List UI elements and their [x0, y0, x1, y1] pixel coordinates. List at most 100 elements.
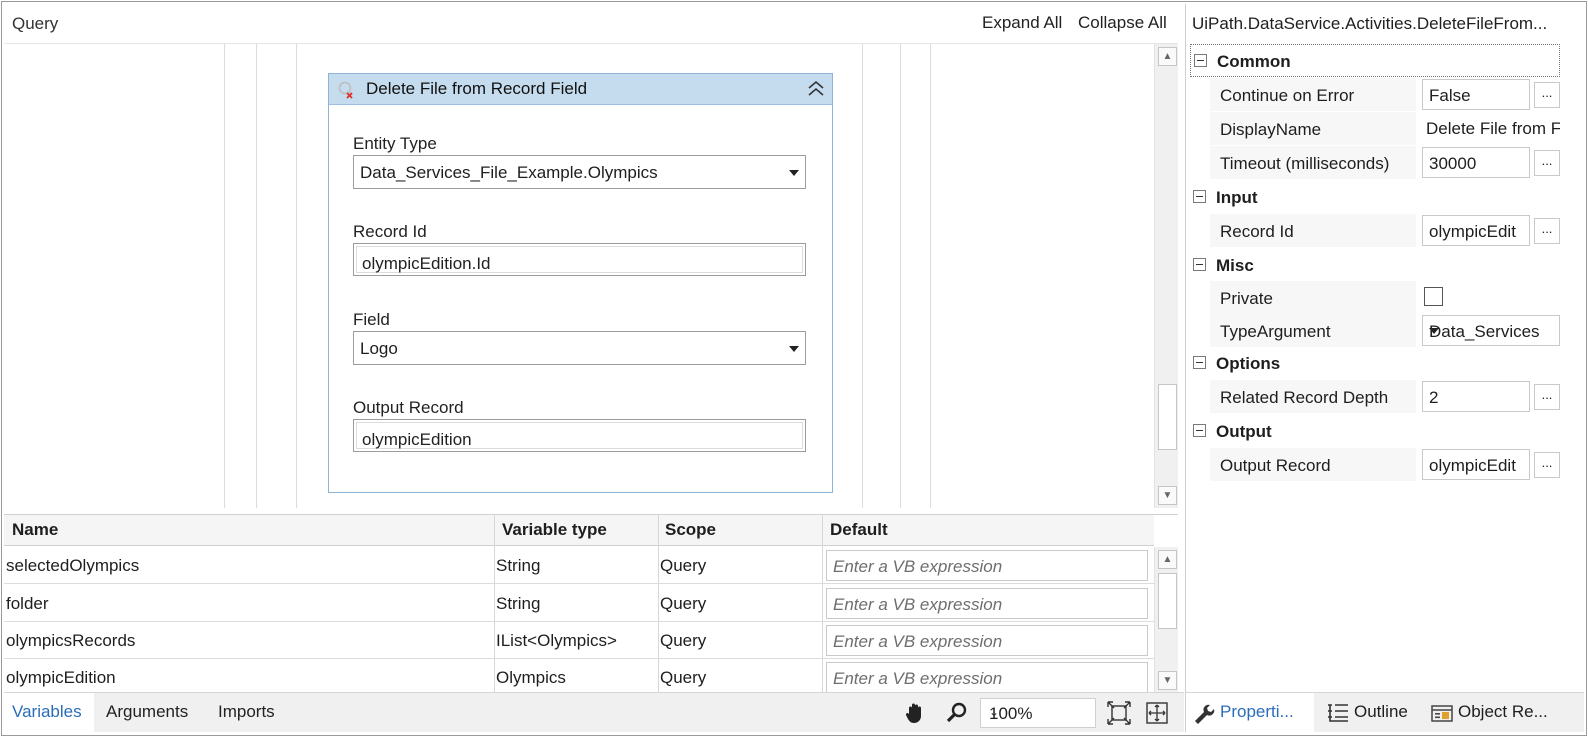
default-value-input[interactable]: Enter a VB expression: [826, 625, 1148, 656]
output-record-prop-input[interactable]: olympicEdit: [1422, 449, 1530, 480]
related-depth-input[interactable]: 2: [1422, 381, 1530, 412]
collapse-toggle-icon[interactable]: [1194, 54, 1207, 67]
zoom-magnifier-icon[interactable]: [944, 700, 970, 726]
variable-scope[interactable]: Query: [660, 556, 706, 576]
default-placeholder: Enter a VB expression: [833, 557, 1003, 576]
private-checkbox[interactable]: [1424, 287, 1443, 306]
chevron-down-icon: ⌄: [989, 705, 1000, 719]
output-record-input[interactable]: olympicEdition: [353, 419, 806, 452]
tab-label: Properti...: [1220, 702, 1294, 721]
scroll-up-icon[interactable]: ▲: [1158, 550, 1177, 569]
variable-scope[interactable]: Query: [660, 631, 706, 651]
tab-outline[interactable]: Outline: [1320, 693, 1422, 733]
table-row[interactable]: olympicEdition Olympics Query Enter a VB…: [4, 659, 1154, 696]
zoom-level-select[interactable]: 100% ⌄: [980, 698, 1096, 728]
entity-type-select[interactable]: Data_Services_File_Example.Olympics: [353, 155, 806, 189]
record-id-prop-input[interactable]: olympicEdit: [1422, 215, 1530, 246]
prop-row-record-id: Record Id olympicEdit ...: [1210, 214, 1560, 247]
prop-row-continue-on-error: Continue on Error False ...: [1210, 78, 1560, 111]
ellipsis-button[interactable]: ...: [1534, 452, 1560, 478]
properties-title: UiPath.DataService.Activities.DeleteFile…: [1192, 14, 1548, 33]
scroll-up-icon[interactable]: ▲: [1158, 47, 1177, 66]
scroll-thumb[interactable]: [1158, 384, 1177, 450]
activity-title: Delete File from Record Field: [366, 79, 588, 98]
hand-pan-icon[interactable]: [902, 700, 928, 726]
fit-to-screen-icon[interactable]: [1106, 700, 1132, 726]
ellipsis-button[interactable]: ...: [1534, 150, 1560, 176]
collapse-toggle-icon[interactable]: [1193, 424, 1206, 437]
tab-variables[interactable]: Variables: [12, 702, 82, 722]
collapse-toggle-icon[interactable]: [1193, 356, 1206, 369]
default-value-input[interactable]: Enter a VB expression: [826, 550, 1148, 581]
type-argument-select[interactable]: Data_Services: [1422, 315, 1560, 346]
scroll-down-icon[interactable]: ▼: [1158, 671, 1177, 690]
table-row[interactable]: olympicsRecords IList<Olympics> Query En…: [4, 622, 1154, 659]
prop-row-output-record: Output Record olympicEdit ...: [1210, 448, 1560, 481]
expand-all-button[interactable]: Expand All: [982, 13, 1062, 33]
tab-arguments[interactable]: Arguments: [106, 702, 188, 722]
output-record-label: Output Record: [353, 398, 464, 417]
column-header-type[interactable]: Variable type: [502, 520, 607, 540]
entity-type-label: Entity Type: [353, 134, 437, 153]
column-header-scope[interactable]: Scope: [665, 520, 716, 540]
tab-label: Outline: [1354, 702, 1408, 721]
variable-name: folder: [6, 594, 49, 613]
category-output[interactable]: Output: [1190, 415, 1560, 448]
canvas-scrollbar[interactable]: ▲ ▼: [1154, 44, 1178, 508]
properties-tabs: Properti... Outline Object Re...: [1186, 692, 1584, 733]
category-input[interactable]: Input: [1190, 181, 1560, 214]
prop-value: 30000: [1429, 154, 1477, 173]
overview-icon[interactable]: [1144, 700, 1170, 726]
container-guide-line: [224, 44, 225, 508]
category-options[interactable]: Options: [1190, 347, 1560, 380]
table-row[interactable]: folder String Query Enter a VB expressio…: [4, 585, 1154, 622]
scroll-down-icon[interactable]: ▼: [1158, 486, 1177, 505]
column-header-default[interactable]: Default: [830, 520, 888, 540]
collapse-toggle-icon[interactable]: [1193, 258, 1206, 271]
table-row[interactable]: selectedOlympics String Query Enter a VB…: [4, 547, 1154, 584]
category-common[interactable]: Common: [1190, 44, 1560, 77]
variable-type[interactable]: String: [496, 556, 540, 576]
timeout-input[interactable]: 30000: [1422, 147, 1530, 178]
variable-name: olympicEdition: [6, 668, 116, 687]
grid-scrollbar[interactable]: ▲ ▼: [1154, 547, 1178, 693]
continue-on-error-input[interactable]: False: [1422, 79, 1530, 110]
ellipsis-button[interactable]: ...: [1534, 218, 1560, 244]
variable-scope[interactable]: Query: [660, 668, 706, 688]
ellipsis-button[interactable]: ...: [1534, 82, 1560, 108]
field-select[interactable]: Logo: [353, 331, 806, 365]
prop-value: 2: [1429, 388, 1439, 407]
record-id-input[interactable]: olympicEdition.Id: [353, 243, 806, 276]
variable-type[interactable]: IList<Olympics>: [496, 631, 617, 651]
collapse-all-button[interactable]: Collapse All: [1078, 13, 1167, 33]
default-value-input[interactable]: Enter a VB expression: [826, 588, 1148, 619]
outline-list-icon: [1328, 704, 1348, 722]
tab-imports[interactable]: Imports: [218, 702, 275, 722]
designer-canvas[interactable]: Delete File from Record Field Entity Typ…: [4, 44, 1154, 508]
breadcrumb[interactable]: Query: [12, 14, 58, 34]
prop-value: olympicEdit: [1429, 456, 1516, 475]
category-misc[interactable]: Misc: [1190, 249, 1560, 282]
default-value-input[interactable]: Enter a VB expression: [826, 662, 1148, 693]
designer-toolbar: Query Expand All Collapse All: [4, 4, 1178, 44]
tab-object-repository[interactable]: Object Re...: [1424, 693, 1584, 733]
display-name-input[interactable]: Delete File from F: [1426, 119, 1560, 139]
dropdown-arrow-icon: [789, 346, 799, 352]
variable-type[interactable]: Olympics: [496, 668, 566, 688]
variable-scope[interactable]: Query: [660, 594, 706, 614]
grid-header: Name Variable type Scope Default: [4, 515, 1154, 546]
ellipsis-button[interactable]: ...: [1534, 384, 1560, 410]
designer-bottom-bar: Variables Arguments Imports 100% ⌄: [4, 692, 1184, 733]
column-header-name[interactable]: Name: [12, 520, 58, 540]
scroll-thumb[interactable]: [1158, 573, 1177, 629]
prop-label: Record Id: [1220, 222, 1294, 241]
delete-file-activity[interactable]: Delete File from Record Field Entity Typ…: [328, 73, 833, 493]
prop-label: Continue on Error: [1220, 86, 1355, 105]
category-label: Common: [1217, 52, 1291, 71]
variable-type[interactable]: String: [496, 594, 540, 614]
tab-properties[interactable]: Properti...: [1186, 693, 1314, 733]
prop-row-type-argument: TypeArgument Data_Services: [1210, 314, 1560, 347]
collapse-chevron-icon[interactable]: [806, 78, 826, 100]
activity-header[interactable]: Delete File from Record Field: [329, 74, 832, 105]
collapse-toggle-icon[interactable]: [1193, 190, 1206, 203]
